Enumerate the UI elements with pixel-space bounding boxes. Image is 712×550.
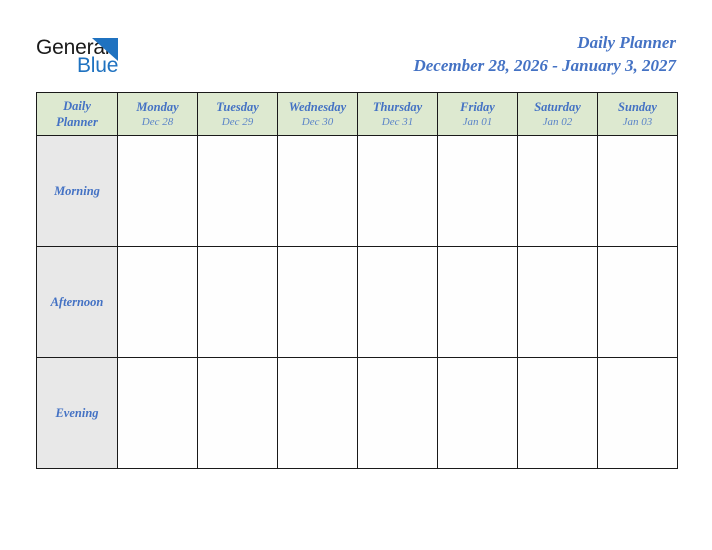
slot-afternoon-monday[interactable] <box>117 246 198 358</box>
day-name-wednesday: Wednesday <box>288 99 347 114</box>
slot-morning-thursday[interactable] <box>357 135 438 247</box>
slot-morning-saturday[interactable] <box>517 135 598 247</box>
day-date-monday: Dec 28 <box>141 115 174 128</box>
row-label-morning-text: Morning <box>54 184 100 198</box>
day-header-friday: Friday Jan 01 <box>437 92 518 136</box>
slot-evening-saturday[interactable] <box>517 357 598 469</box>
day-name-tuesday: Tuesday <box>216 99 259 114</box>
slot-afternoon-wednesday[interactable] <box>277 246 358 358</box>
row-label-afternoon: Afternoon <box>36 246 118 358</box>
slot-morning-wednesday[interactable] <box>277 135 358 247</box>
corner-label-line1: Daily <box>63 99 91 113</box>
slot-morning-monday[interactable] <box>117 135 198 247</box>
corner-label-line2: Planner <box>56 115 98 129</box>
day-date-friday: Jan 01 <box>462 115 493 128</box>
page-date-range: December 28, 2026 - January 3, 2027 <box>413 56 676 75</box>
planner-page: General Blue Daily Planner December 28, … <box>0 0 712 550</box>
day-date-tuesday: Dec 29 <box>221 115 254 128</box>
table-row-afternoon: Afternoon <box>36 246 678 358</box>
slot-morning-friday[interactable] <box>437 135 518 247</box>
day-date-saturday: Jan 02 <box>542 115 573 128</box>
slot-afternoon-tuesday[interactable] <box>197 246 278 358</box>
logo-text-blue: Blue <box>77 54 119 77</box>
day-name-saturday: Saturday <box>534 99 581 114</box>
slot-morning-sunday[interactable] <box>597 135 678 247</box>
slot-evening-monday[interactable] <box>117 357 198 469</box>
daily-planner-table: Daily Planner Monday Dec 28 Tuesday Dec … <box>36 92 678 469</box>
day-date-sunday: Jan 03 <box>622 115 653 128</box>
slot-evening-friday[interactable] <box>437 357 518 469</box>
day-header-sunday: Sunday Jan 03 <box>597 92 678 136</box>
day-header-thursday: Thursday Dec 31 <box>357 92 438 136</box>
slot-afternoon-saturday[interactable] <box>517 246 598 358</box>
day-header-monday: Monday Dec 28 <box>117 92 198 136</box>
day-date-wednesday: Dec 30 <box>301 115 334 128</box>
slot-evening-sunday[interactable] <box>597 357 678 469</box>
day-header-saturday: Saturday Jan 02 <box>517 92 598 136</box>
day-header-wednesday: Wednesday Dec 30 <box>277 92 358 136</box>
day-name-monday: Monday <box>136 99 179 114</box>
slot-afternoon-sunday[interactable] <box>597 246 678 358</box>
row-label-evening: Evening <box>36 357 118 469</box>
table-row-evening: Evening <box>36 357 678 469</box>
row-label-afternoon-text: Afternoon <box>50 295 104 309</box>
title-block: Daily Planner December 28, 2026 - Januar… <box>413 32 676 77</box>
row-label-morning: Morning <box>36 135 118 247</box>
page-header: General Blue Daily Planner December 28, … <box>0 0 712 88</box>
slot-morning-tuesday[interactable] <box>197 135 278 247</box>
table-header-row: Daily Planner Monday Dec 28 Tuesday Dec … <box>36 92 678 136</box>
table-row-morning: Morning <box>36 135 678 247</box>
general-blue-logo: General Blue <box>36 36 236 82</box>
day-name-thursday: Thursday <box>372 99 423 114</box>
page-title: Daily Planner <box>577 33 676 52</box>
day-header-tuesday: Tuesday Dec 29 <box>197 92 278 136</box>
slot-evening-thursday[interactable] <box>357 357 438 469</box>
slot-afternoon-friday[interactable] <box>437 246 518 358</box>
row-label-evening-text: Evening <box>55 406 99 420</box>
day-name-friday: Friday <box>460 99 495 114</box>
slot-evening-wednesday[interactable] <box>277 357 358 469</box>
slot-evening-tuesday[interactable] <box>197 357 278 469</box>
day-name-sunday: Sunday <box>618 99 657 114</box>
table-corner-cell: Daily Planner <box>36 92 118 136</box>
slot-afternoon-thursday[interactable] <box>357 246 438 358</box>
day-date-thursday: Dec 31 <box>381 115 414 128</box>
